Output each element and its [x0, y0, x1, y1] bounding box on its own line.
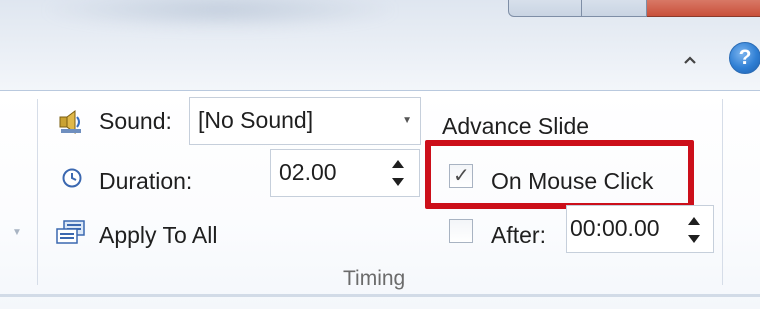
maximize-button[interactable]	[582, 0, 647, 17]
group-divider	[722, 99, 723, 285]
dropdown-arrow-icon[interactable]: ▼	[402, 115, 412, 126]
minimize-button[interactable]	[508, 0, 582, 17]
chevron-up-icon[interactable]	[680, 52, 700, 68]
apply-to-all-icon	[55, 219, 87, 250]
after-spin-buttons[interactable]	[687, 217, 701, 243]
blurred-background	[40, 0, 400, 30]
duration-spin-buttons[interactable]	[391, 160, 405, 186]
apply-to-all-button[interactable]: Apply To All	[99, 222, 217, 249]
ribbon-bottom-border	[0, 294, 760, 297]
advance-slide-heading: Advance Slide	[442, 113, 590, 139]
window-caption-buttons	[508, 0, 760, 17]
close-button[interactable]	[647, 0, 760, 17]
sound-dropdown[interactable]: [No Sound] ▼	[189, 97, 421, 145]
clock-icon	[62, 168, 82, 193]
sound-value: [No Sound]	[198, 107, 314, 133]
after-time-value: 00:00.00	[570, 215, 660, 241]
after-checkbox[interactable]	[449, 219, 473, 243]
spin-up-icon[interactable]	[392, 160, 404, 168]
group-divider	[37, 99, 38, 285]
window-title-area: ?	[0, 0, 760, 90]
after-time-spinner[interactable]: 00:00.00	[566, 205, 714, 253]
sound-label: Sound:	[99, 108, 172, 134]
sound-icon	[58, 109, 84, 140]
ribbon-timing-group: ▼ Sound: [No Sound] ▼ Advance Slide Dura…	[0, 90, 760, 309]
spin-down-icon[interactable]	[392, 178, 404, 186]
after-label[interactable]: After:	[491, 222, 546, 249]
duration-label: Duration:	[99, 168, 193, 194]
spin-down-icon[interactable]	[688, 235, 700, 243]
red-highlight-box	[425, 140, 694, 209]
duration-value: 02.00	[279, 159, 337, 185]
help-icon[interactable]: ?	[729, 42, 760, 74]
spin-up-icon[interactable]	[688, 217, 700, 225]
duration-spinner[interactable]: 02.00	[270, 149, 420, 197]
group-label-timing: Timing	[343, 267, 406, 290]
ribbon-scroll-down-icon[interactable]: ▼	[12, 227, 22, 238]
